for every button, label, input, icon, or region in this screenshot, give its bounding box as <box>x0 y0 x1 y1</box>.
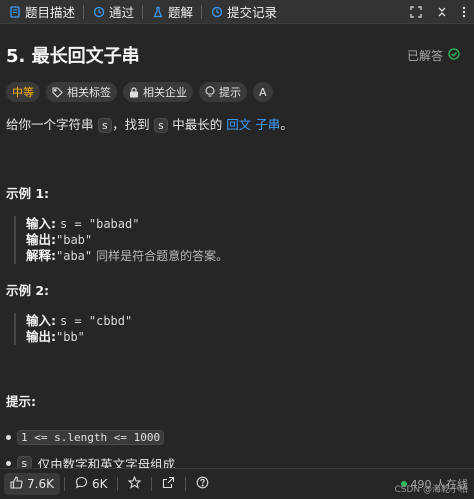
inline-code: s <box>97 118 113 133</box>
output-label: 输出: <box>26 329 56 344</box>
inline-code: s <box>153 118 169 133</box>
question-circle-icon <box>196 476 209 492</box>
comments-button[interactable]: 6K <box>69 473 114 495</box>
tab-divider <box>142 4 144 19</box>
footer-divider <box>117 477 119 491</box>
document-icon <box>8 5 21 18</box>
footer-divider <box>63 477 65 491</box>
favorite-button[interactable] <box>122 473 147 495</box>
companies-tag-button[interactable]: 相关企业 <box>123 82 193 102</box>
like-button[interactable]: 7.6K <box>4 473 60 495</box>
problem-panel: 5. 最长回文子串 已解答 中等 相关标签 相关企业 提示 A 给你一个字符串 … <box>0 42 474 474</box>
comment-icon <box>75 476 88 492</box>
tab-label: 题解 <box>168 5 194 20</box>
explain-code: "aba" <box>56 249 93 263</box>
desc-text: ，找到 <box>112 117 150 132</box>
thumbs-up-icon <box>10 476 23 492</box>
lightbulb-icon <box>205 86 215 98</box>
fullscreen-icon[interactable] <box>410 5 422 18</box>
problem-description: 给你一个字符串 s ，找到 s 中最长的 回文 子串。 <box>6 116 462 135</box>
example-1-title: 示例 1: <box>6 186 50 201</box>
comment-count: 6K <box>91 477 108 491</box>
history-icon <box>92 5 105 18</box>
topics-tag-button[interactable]: 相关标签 <box>46 82 117 102</box>
share-button[interactable] <box>156 473 181 495</box>
lock-icon <box>129 86 139 98</box>
output-value: "bb" <box>56 330 85 344</box>
constraints-title: 提示: <box>6 394 36 409</box>
tab-label: 通过 <box>109 5 135 20</box>
example-input: 输入: s = "babad" <box>26 216 462 232</box>
tab-label: 提交记录 <box>227 5 278 20</box>
footer-divider <box>185 477 187 491</box>
inline-code: 1 <= s.length <= 1000 <box>17 429 165 445</box>
bullet <box>6 434 11 440</box>
example-explanation: 解释:"aba" 同样是符合题意的答案。 <box>26 248 462 264</box>
companies-label: 相关企业 <box>143 86 187 99</box>
output-label: 输出: <box>26 232 56 247</box>
input-value: s = "babad" <box>59 217 140 231</box>
star-icon <box>128 475 142 492</box>
topics-label: 相关标签 <box>67 86 111 99</box>
title-row: 5. 最长回文子串 已解答 <box>6 42 462 68</box>
bullet <box>6 460 11 466</box>
tab-solutions[interactable]: 题解 <box>145 2 199 21</box>
desc-text: 给你一个字符串 <box>6 117 94 132</box>
difficulty-label: 中等 <box>12 86 34 99</box>
input-value: s = "cbbd" <box>59 314 133 328</box>
solved-label: 已解答 <box>406 48 443 63</box>
tab-bar: 题目描述 通过 题解 提交记录 <box>0 0 474 24</box>
check-circle-icon <box>448 47 460 63</box>
example-2-block: 输入: s = "cbbd" 输出:"bb" <box>14 313 462 345</box>
difficulty-badge: 中等 <box>6 82 40 102</box>
tag-row: 中等 相关标签 相关企业 提示 A <box>6 82 462 102</box>
tab-label: 题目描述 <box>25 5 76 20</box>
flask-icon <box>151 5 164 18</box>
solved-status: 已解答 <box>407 47 462 64</box>
example-input: 输入: s = "cbbd" <box>26 313 462 329</box>
tab-accepted[interactable]: 通过 <box>86 2 140 21</box>
tag-icon <box>52 86 63 98</box>
font-size-button[interactable]: A <box>253 82 273 102</box>
watermark: CSDN @海乾小柏 <box>394 485 468 495</box>
explain-label: 解释: <box>26 248 56 263</box>
problem-title: 5. 最长回文子串 <box>6 46 140 67</box>
example-1-block: 输入: s = "babad" 输出:"bab" 解释:"aba" 同样是符合题… <box>14 216 462 264</box>
example-2-title: 示例 2: <box>6 283 50 298</box>
input-label: 输入: <box>26 216 56 231</box>
palindrome-link[interactable]: 回文 子串 <box>226 117 280 132</box>
hint-label: 提示 <box>219 86 241 99</box>
tab-actions <box>410 5 474 18</box>
tab-divider <box>83 4 85 19</box>
constraint-item: 1 <= s.length <= 1000 <box>6 426 462 448</box>
font-size-icon: A <box>259 85 267 99</box>
constraints-list: 1 <= s.length <= 1000 s 仅由数字和英文字母组成 <box>6 426 462 474</box>
footer-divider <box>151 477 153 491</box>
hint-tag-button[interactable]: 提示 <box>199 82 247 102</box>
share-icon <box>162 476 175 492</box>
input-label: 输入: <box>26 313 56 328</box>
desc-text: 。 <box>280 117 293 132</box>
tab-description[interactable]: 题目描述 <box>2 2 81 21</box>
example-output: 输出:"bab" <box>26 232 462 248</box>
help-button[interactable] <box>190 473 215 495</box>
tab-submissions[interactable]: 提交记录 <box>204 2 283 21</box>
example-output: 输出:"bb" <box>26 329 462 345</box>
like-count: 7.6K <box>27 477 54 491</box>
history-icon <box>210 5 223 18</box>
tab-divider <box>201 4 203 19</box>
more-icon[interactable] <box>462 6 466 18</box>
collapse-icon[interactable] <box>436 6 448 18</box>
output-value: "bab" <box>56 233 93 247</box>
explain-text: 同样是符合题意的答案。 <box>96 249 229 263</box>
desc-text: 中最长的 <box>172 117 223 132</box>
